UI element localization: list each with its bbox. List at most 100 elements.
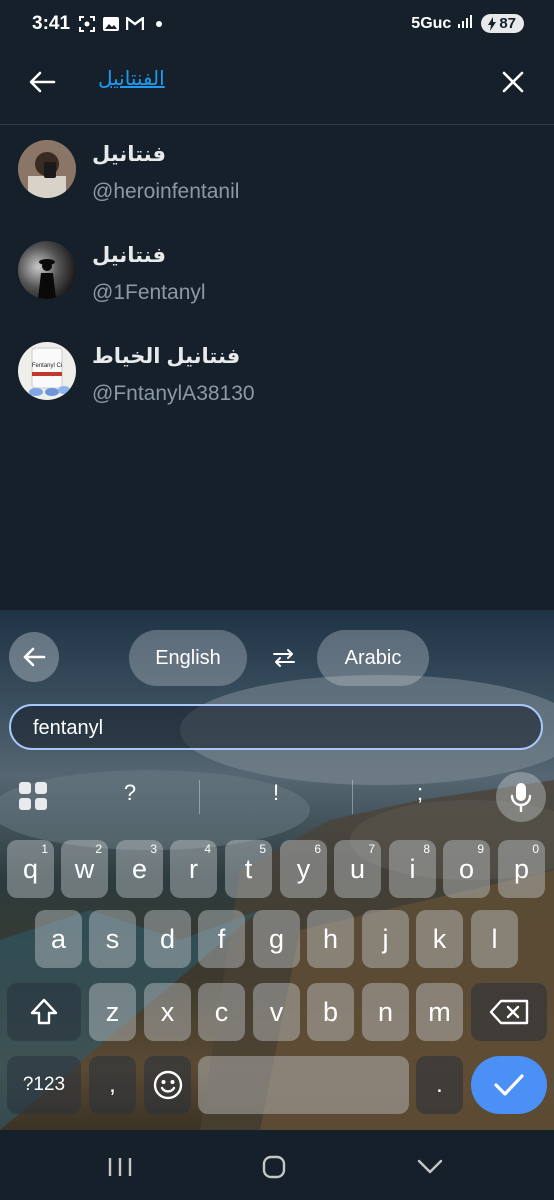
key-v[interactable]: v — [253, 983, 300, 1041]
key-j[interactable]: j — [362, 910, 409, 968]
clear-search-button[interactable] — [496, 66, 530, 98]
back-nav-button[interactable] — [410, 1152, 450, 1182]
backspace-key[interactable] — [471, 983, 547, 1041]
shift-key[interactable] — [7, 983, 81, 1041]
key-u[interactable]: u7 — [334, 840, 381, 898]
period-key[interactable]: . — [416, 1056, 463, 1114]
emoji-icon — [153, 1070, 182, 1100]
key-f[interactable]: f — [198, 910, 245, 968]
emoji-key[interactable] — [144, 1056, 191, 1114]
voice-input-button[interactable] — [496, 772, 546, 822]
key-hint: 3 — [150, 842, 157, 856]
search-result-3[interactable]: Fentanyl Ci فنتانيل الخياط @FntanylA3813… — [0, 328, 554, 428]
recents-icon — [108, 1158, 132, 1176]
key-a[interactable]: a — [35, 910, 82, 968]
translate-input[interactable]: fentanyl — [9, 704, 543, 750]
signal-icon — [457, 13, 475, 34]
key-e[interactable]: e3 — [116, 840, 163, 898]
search-query[interactable]: الفنتانيل — [98, 66, 165, 91]
avatar-text: Fentanyl Ci — [32, 363, 62, 369]
screenshot-icon — [78, 15, 96, 33]
key-hint: 7 — [368, 842, 375, 856]
suggestion-divider — [199, 780, 200, 814]
translate-back-button[interactable] — [9, 632, 59, 682]
suggestion-1[interactable]: ? — [100, 780, 160, 806]
suggestion-2[interactable]: ! — [246, 780, 306, 806]
chevron-down-icon — [417, 1159, 443, 1174]
result-handle: @FntanylA38130 — [92, 382, 255, 405]
recents-button[interactable] — [100, 1152, 140, 1182]
source-language-button[interactable]: English — [129, 630, 247, 686]
home-icon — [262, 1155, 286, 1179]
back-button[interactable] — [22, 66, 62, 98]
symbols-key[interactable]: ?123 — [7, 1056, 81, 1114]
search-result-2[interactable]: فنتانيل @1Fentanyl — [0, 227, 554, 327]
swap-languages-button[interactable] — [268, 645, 300, 671]
key-label: r — [189, 853, 198, 884]
suggestion-strip: ? ! ; — [0, 766, 554, 826]
key-w[interactable]: w2 — [61, 840, 108, 898]
key-label: e — [131, 853, 148, 884]
search-header: الفنتانيل — [0, 52, 554, 125]
battery-level: 87 — [499, 15, 516, 32]
avatar — [18, 140, 76, 198]
avatar — [18, 241, 76, 299]
backspace-icon — [489, 999, 529, 1025]
checkmark-icon — [494, 1074, 524, 1096]
key-h[interactable]: h — [307, 910, 354, 968]
key-d[interactable]: d — [144, 910, 191, 968]
notification-icons — [78, 15, 168, 33]
apps-grid-icon[interactable] — [17, 780, 49, 812]
key-c[interactable]: c — [198, 983, 245, 1041]
key-hint: 0 — [532, 842, 539, 856]
key-b[interactable]: b — [307, 983, 354, 1041]
microphone-icon — [510, 783, 532, 812]
key-hint: 9 — [477, 842, 484, 856]
key-label: w — [74, 853, 95, 884]
key-t[interactable]: t5 — [225, 840, 272, 898]
key-m[interactable]: m — [416, 983, 463, 1041]
battery-indicator: 87 — [481, 14, 524, 33]
key-p[interactable]: p0 — [498, 840, 545, 898]
key-label: y — [296, 853, 311, 884]
comma-key[interactable]: , — [89, 1056, 136, 1114]
dot-icon — [150, 15, 168, 33]
key-r[interactable]: r4 — [170, 840, 217, 898]
result-name: فنتانيل الخياط — [92, 345, 241, 368]
home-button[interactable] — [254, 1152, 294, 1182]
translate-bar: English Arabic — [0, 610, 554, 702]
network-label: 5Guc — [411, 14, 452, 32]
key-label: q — [22, 853, 39, 884]
key-q[interactable]: q1 — [7, 840, 54, 898]
key-k[interactable]: k — [416, 910, 463, 968]
key-y[interactable]: y6 — [280, 840, 327, 898]
key-hint: 2 — [95, 842, 102, 856]
search-result-1[interactable]: فنتانيل @heroinfentanil — [0, 126, 554, 226]
key-z[interactable]: z — [89, 983, 136, 1041]
key-label: p — [513, 853, 530, 884]
key-i[interactable]: i8 — [389, 840, 436, 898]
key-o[interactable]: o9 — [443, 840, 490, 898]
space-key[interactable] — [198, 1056, 409, 1114]
suggestion-3[interactable]: ; — [390, 780, 450, 806]
charging-icon — [488, 16, 497, 31]
key-l[interactable]: l — [471, 910, 518, 968]
key-hint: 8 — [423, 842, 430, 856]
close-icon — [502, 71, 524, 93]
status-bar: 3:41 5Guc 87 — [0, 0, 554, 52]
keyboard: English Arabic fentanyl ? ! ; q1 w2 e3 r… — [0, 610, 554, 1130]
shift-icon — [30, 998, 58, 1025]
translate-input-text: fentanyl — [33, 717, 104, 739]
gmail-icon — [126, 15, 144, 33]
key-g[interactable]: g — [253, 910, 300, 968]
key-label: o — [458, 853, 475, 884]
navigation-bar — [0, 1130, 554, 1200]
key-n[interactable]: n — [362, 983, 409, 1041]
status-right: 5Guc 87 — [411, 13, 524, 34]
result-name: فنتانيل — [92, 244, 166, 267]
enter-key[interactable] — [471, 1056, 547, 1114]
key-x[interactable]: x — [144, 983, 191, 1041]
key-s[interactable]: s — [89, 910, 136, 968]
result-handle: @heroinfentanil — [92, 180, 240, 203]
target-language-button[interactable]: Arabic — [317, 630, 429, 686]
